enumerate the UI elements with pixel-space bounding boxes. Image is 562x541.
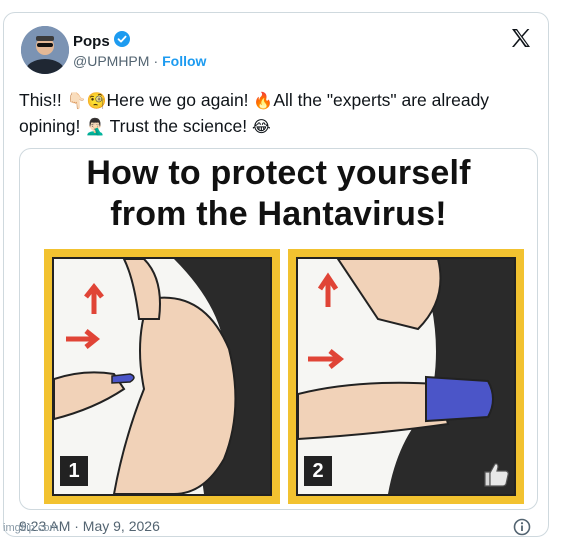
laughing-emoji: 😂: [251, 119, 271, 136]
thumbs-up-icon: [482, 461, 510, 492]
follow-button[interactable]: Follow: [162, 53, 206, 69]
comic-panel-2-art: 2: [296, 257, 516, 496]
tweet-text-segment: Here we go again!: [106, 90, 254, 110]
info-icon[interactable]: [513, 518, 531, 536]
author-name[interactable]: Pops: [73, 33, 110, 50]
imgflip-watermark: imgflip.com: [3, 522, 59, 534]
author-name-row: Pops: [73, 31, 130, 52]
fire-emoji: 🔥: [253, 93, 274, 110]
pointing-down-emoji: 👇🏻: [66, 93, 87, 110]
comic-panel-2: 2: [288, 249, 524, 504]
panel-1-number: 1: [60, 456, 88, 486]
verified-badge-icon: [113, 31, 130, 52]
comic-panel-1-art: 1: [52, 257, 272, 496]
media-title-line2: from the Hantavirus!: [110, 195, 447, 233]
x-logo-icon[interactable]: [510, 27, 532, 49]
tweet-text-segment: Trust the science!: [105, 116, 252, 136]
separator-dot: ·: [153, 53, 159, 69]
tweet-text: This!! 👇🏻🧐Here we go again! 🔥All the "ex…: [19, 88, 519, 140]
tweet-media-image[interactable]: How to protect yourself from the Hantavi…: [19, 148, 538, 510]
panel-2-number: 2: [304, 456, 332, 486]
monocle-face-emoji: 🧐: [86, 93, 107, 110]
media-title-line1: How to protect yourself: [86, 154, 471, 192]
tweet-text-segment: This!!: [19, 90, 67, 110]
handle-row: @UPMHPM · Follow: [73, 53, 206, 69]
comic-panel-1: 1: [44, 249, 280, 504]
author-handle[interactable]: @UPMHPM: [73, 53, 149, 69]
facepalm-emoji: 🤦🏻‍♂️: [85, 119, 106, 136]
tweet-card: Pops @UPMHPM · Follow This!! 👇🏻🧐Here we …: [3, 12, 549, 537]
media-title: How to protect yourself from the Hantavi…: [20, 153, 537, 235]
avatar[interactable]: [21, 26, 69, 74]
